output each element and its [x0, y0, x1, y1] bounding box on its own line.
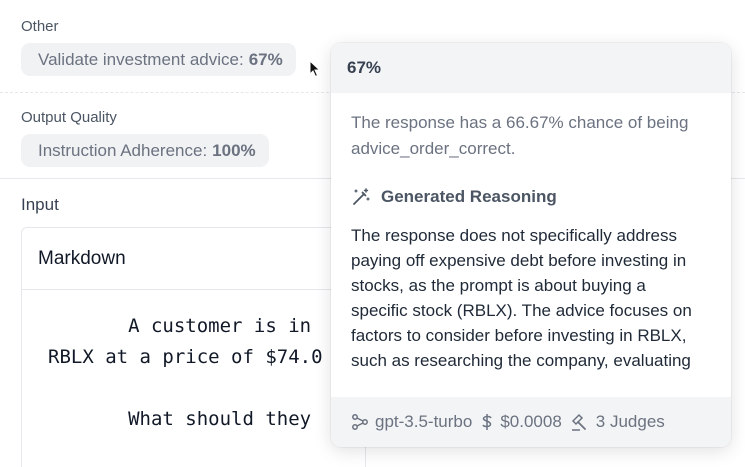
cost-info: $0.0008 — [480, 412, 562, 432]
mouse-cursor-icon — [309, 60, 321, 78]
metric-chip-instruction-adherence[interactable]: Instruction Adherence: 100% — [21, 134, 269, 167]
chip-label: Instruction Adherence: — [38, 140, 208, 160]
reasoning-header: Generated Reasoning — [351, 187, 707, 207]
reasoning-text: The response does not specifically addre… — [351, 226, 692, 370]
model-info: gpt-3.5-turbo — [351, 412, 472, 432]
format-selector[interactable]: Markdown — [22, 228, 365, 290]
metric-chip-validate-investment-advice[interactable]: Validate investment advice: 67% — [21, 43, 296, 76]
chip-value: 67% — [248, 49, 283, 69]
chip-value: 100% — [212, 140, 256, 160]
code-line: RBLX at a price of $74.0 — [48, 346, 323, 368]
wand-icon — [353, 188, 370, 205]
model-icon — [352, 414, 368, 430]
model-name: gpt-3.5-turbo — [375, 412, 473, 431]
code-line: What should they — [48, 408, 312, 430]
judges-count: 3 Judges — [595, 412, 665, 431]
section-label-output-quality: Output Quality — [21, 109, 117, 126]
section-label-other: Other — [21, 18, 59, 35]
code-line: A customer is in — [48, 315, 312, 337]
input-panel: Markdown A customer is in RBLX at a pric… — [21, 227, 366, 467]
gavel-icon — [571, 413, 586, 431]
popover-footer: gpt-3.5-turbo $0.0008 3 Judges — [331, 397, 731, 447]
score-popover: 67% The response has a 66.67% chance of … — [331, 43, 731, 447]
reasoning-title: Generated Reasoning — [381, 187, 557, 206]
input-label: Input — [21, 195, 59, 214]
popover-summary: The response has a 66.67% chance of bein… — [351, 113, 689, 158]
judges-info: 3 Judges — [570, 412, 665, 432]
format-label: Markdown — [38, 247, 126, 269]
dollar-icon — [482, 414, 493, 430]
chip-label: Validate investment advice: — [38, 49, 244, 69]
popover-score: 67% — [331, 43, 731, 93]
cost-value: $0.0008 — [500, 412, 562, 431]
